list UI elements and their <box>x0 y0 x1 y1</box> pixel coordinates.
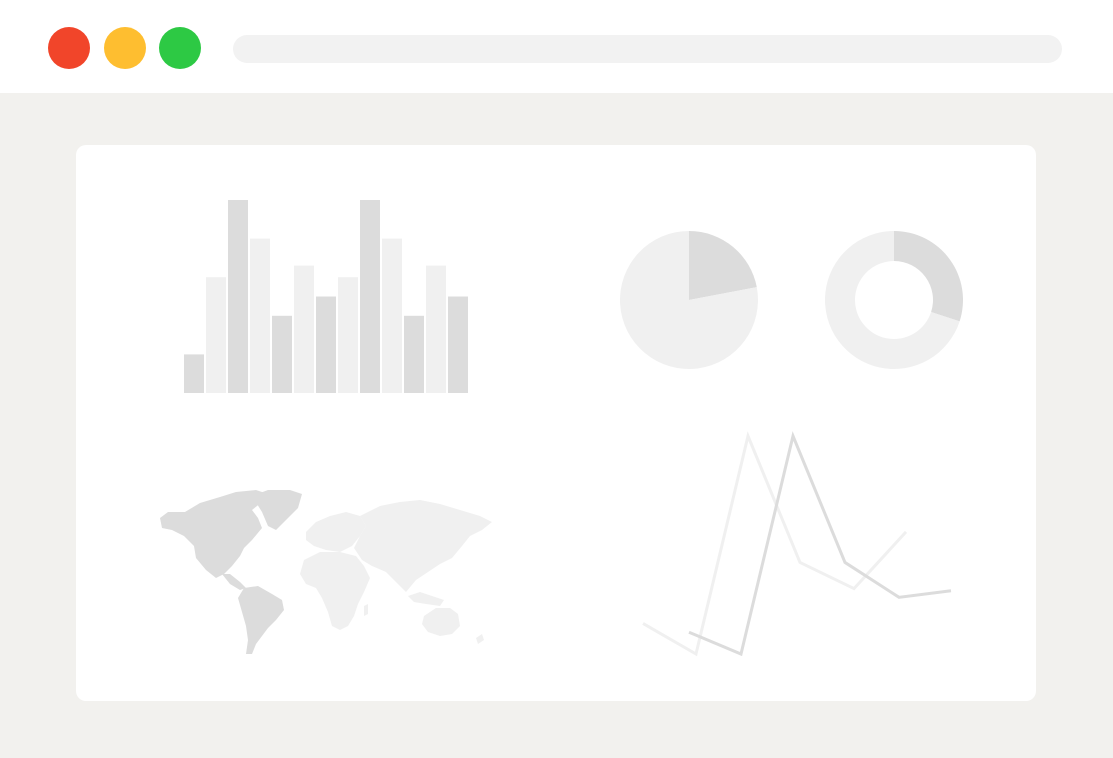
bar <box>426 265 446 393</box>
map-africa <box>300 552 370 630</box>
map-north-america <box>160 490 268 578</box>
pie-slice <box>894 231 963 322</box>
map-madagascar <box>364 604 368 616</box>
bar <box>448 296 468 393</box>
world-map <box>160 490 492 654</box>
dashboard-visualizations <box>160 200 963 657</box>
line-series <box>688 431 952 657</box>
map-central-america <box>222 574 246 590</box>
bar <box>206 277 226 393</box>
map-southeast-asia <box>408 592 444 606</box>
bar <box>184 354 204 393</box>
map-south-america <box>238 586 284 654</box>
map-australia <box>422 608 460 636</box>
bar <box>272 315 292 393</box>
map-asia <box>354 500 492 592</box>
map-new-zealand <box>476 634 484 644</box>
donut-chart <box>825 231 963 369</box>
bar <box>294 265 314 393</box>
bar-chart <box>184 200 468 393</box>
bar <box>338 277 358 393</box>
bar <box>250 238 270 393</box>
line-chart <box>642 431 952 657</box>
pie-chart <box>619 231 758 370</box>
bar <box>404 315 424 393</box>
bar <box>360 200 380 393</box>
bar <box>316 296 336 393</box>
line-series <box>642 431 908 657</box>
bar <box>228 200 248 393</box>
bar <box>382 238 402 393</box>
